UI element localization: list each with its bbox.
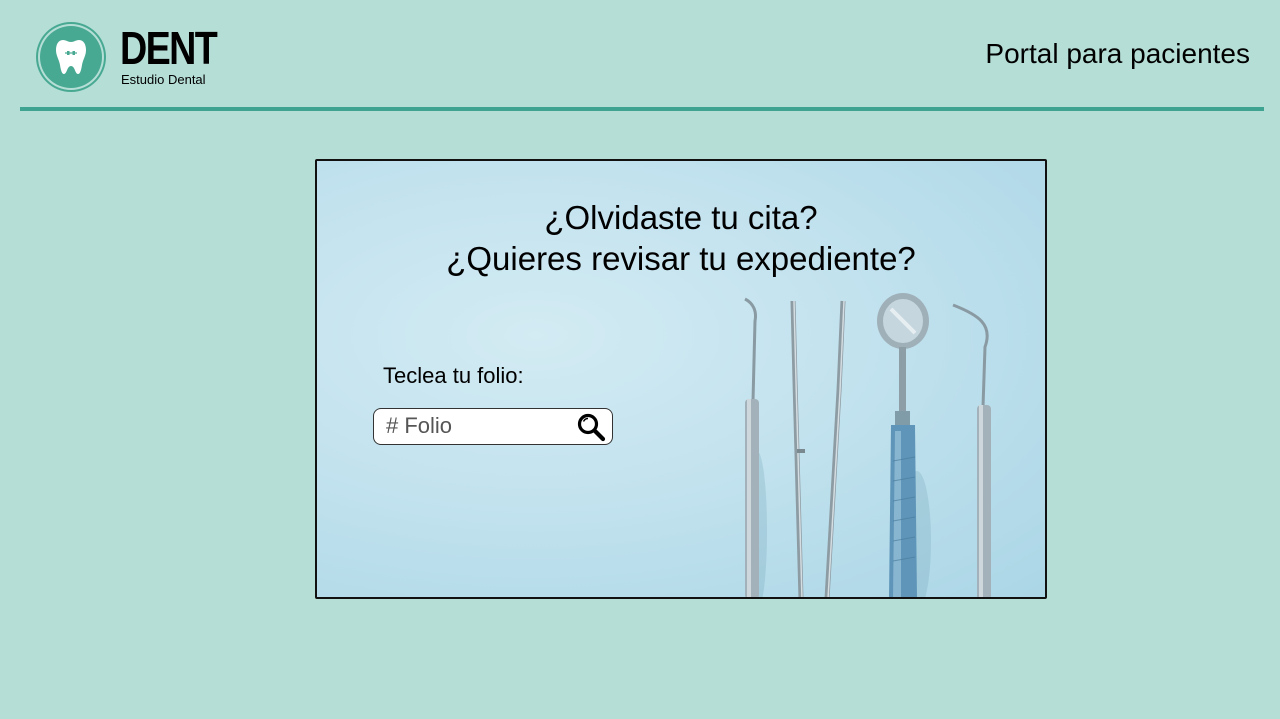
tooth-icon [56,40,86,74]
page-title: Portal para pacientes [985,38,1250,69]
search-icon [577,413,606,442]
card-title: ¿Olvidaste tu cita? ¿Quieres revisar tu … [317,197,1045,279]
brand-name: DENT [120,22,218,74]
card-title-line1: ¿Olvidaste tu cita? [544,199,818,236]
brand-subtitle: Estudio Dental [121,72,206,87]
card-title-line2: ¿Quieres revisar tu expediente? [446,240,916,277]
header-divider [20,107,1264,111]
patient-lookup-card: ¿Olvidaste tu cita? ¿Quieres revisar tu … [315,159,1047,599]
logo[interactable] [38,24,104,90]
folio-search-box [373,408,613,445]
folio-input[interactable] [386,412,566,440]
folio-label: Teclea tu folio: [383,363,524,388]
header: DENT Estudio Dental Portal para paciente… [0,0,1280,108]
dental-instruments-image [744,293,991,597]
search-button[interactable] [576,412,606,442]
